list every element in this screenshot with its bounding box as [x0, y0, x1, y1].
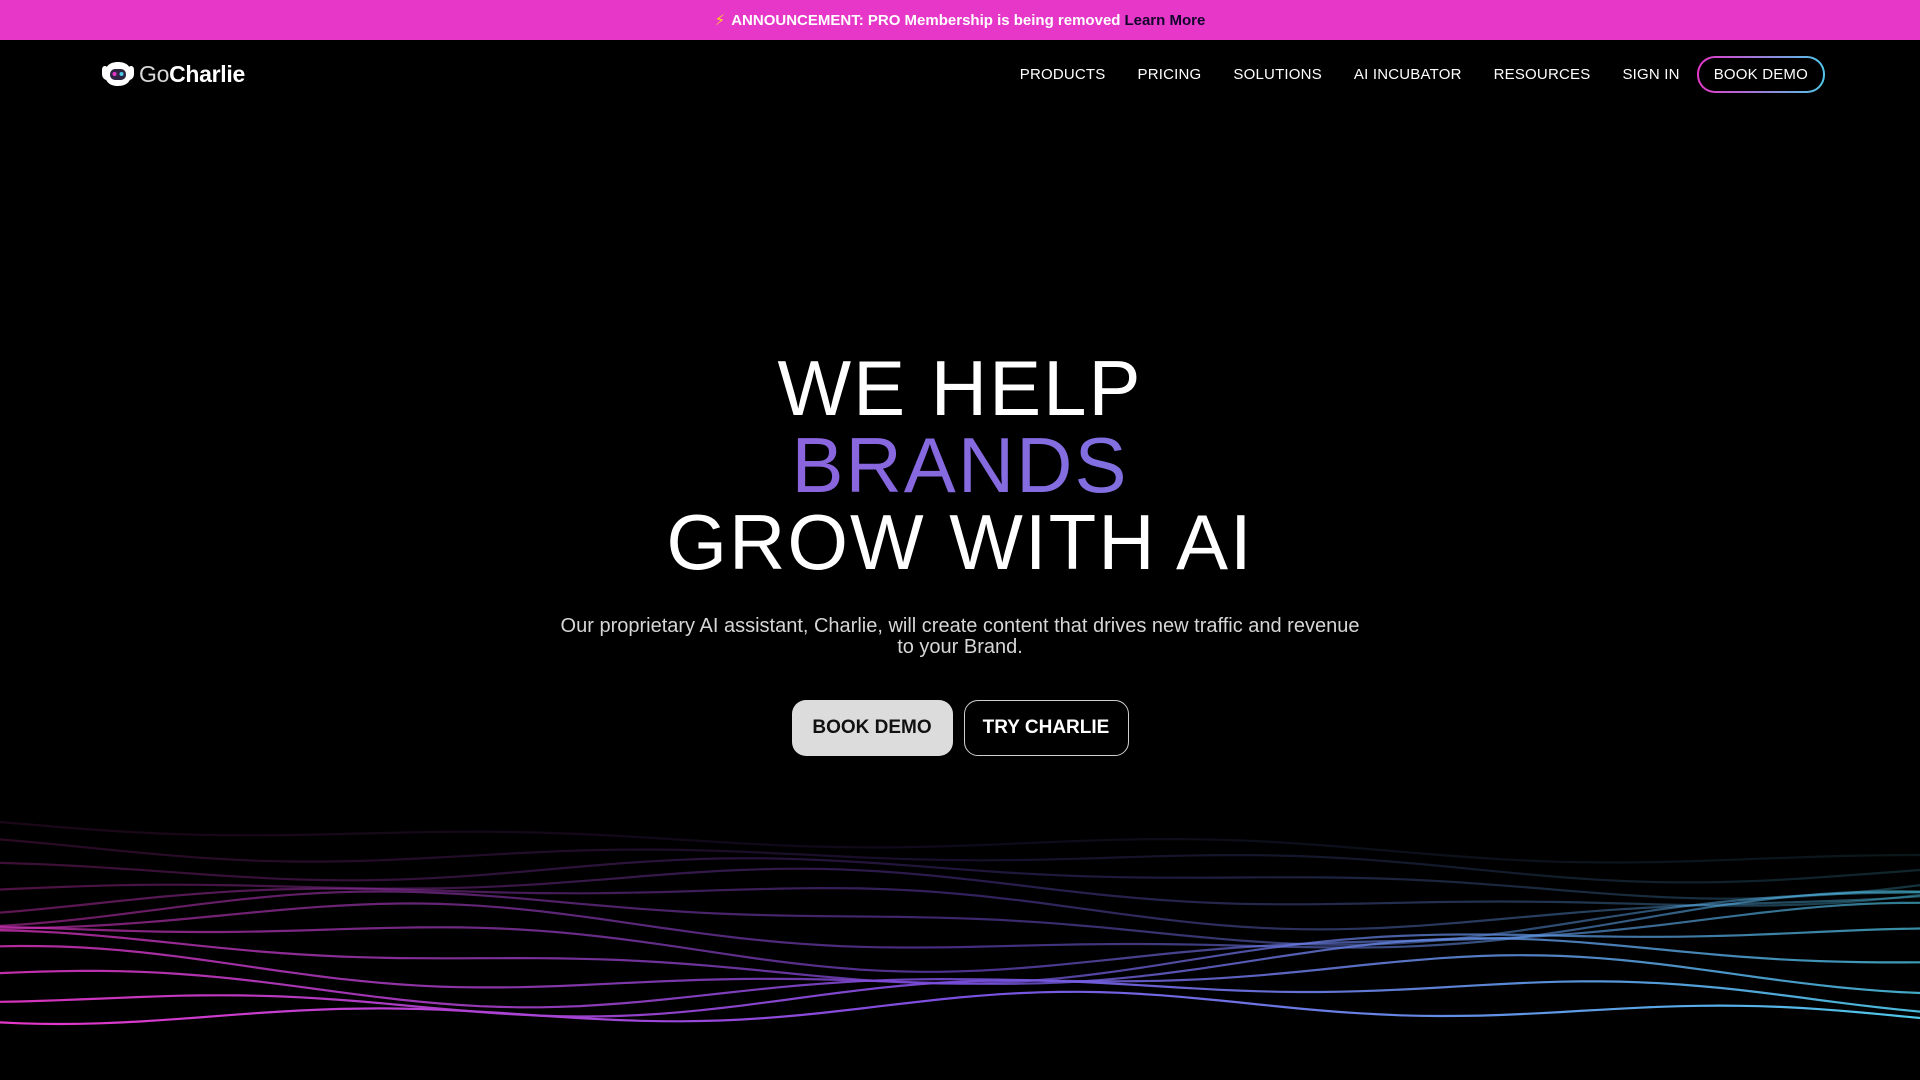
announcement-text: ANNOUNCEMENT: PRO Membership is being re…: [731, 11, 1121, 29]
nav-products[interactable]: PRODUCTS: [1020, 66, 1106, 83]
hero-buttons: BOOK DEMO TRY CHARLIE: [0, 700, 1920, 756]
hero-subtitle: Our proprietary AI assistant, Charlie, w…: [560, 615, 1360, 658]
learn-more-link[interactable]: Learn More: [1124, 12, 1205, 29]
book-demo-button[interactable]: BOOK DEMO: [791, 700, 953, 756]
wave-line: [0, 867, 1920, 907]
nav-resources[interactable]: RESOURCES: [1494, 66, 1591, 83]
nav-solutions[interactable]: SOLUTIONS: [1233, 66, 1321, 83]
try-charlie-button[interactable]: TRY CHARLIE: [963, 700, 1129, 756]
decorative-waves: [0, 820, 1920, 1026]
main-menu: PRODUCTS PRICING SOLUTIONS AI INCUBATOR …: [1020, 56, 1825, 92]
wave-line: [0, 820, 1920, 864]
wave-line: [0, 890, 1920, 949]
headline-line-2: BRANDS: [0, 426, 1920, 504]
headline-line-3: GROW WITH AI: [666, 498, 1254, 586]
nav-sign-in[interactable]: SIGN IN: [1622, 66, 1679, 83]
headline-line-1: WE HELP: [777, 344, 1143, 432]
nav-book-demo-button[interactable]: BOOK DEMO: [1697, 56, 1825, 93]
hero-headline: WE HELP BRANDS GROW WITH AI: [0, 344, 1920, 586]
top-navigation: GoCharlie PRODUCTS PRICING SOLUTIONS AI …: [0, 40, 1920, 108]
lightning-bolt-icon: ⚡: [714, 12, 726, 29]
gocharlie-logo[interactable]: GoCharlie: [101, 58, 245, 90]
announcement-bar: ⚡ ANNOUNCEMENT: PRO Membership is being …: [0, 0, 1920, 40]
wave-line: [0, 927, 1920, 985]
charlie-mascot-icon: [102, 62, 134, 86]
logo-wordmark: GoCharlie: [139, 60, 245, 87]
nav-ai-incubator[interactable]: AI INCUBATOR: [1354, 66, 1462, 83]
nav-pricing[interactable]: PRICING: [1138, 66, 1202, 83]
